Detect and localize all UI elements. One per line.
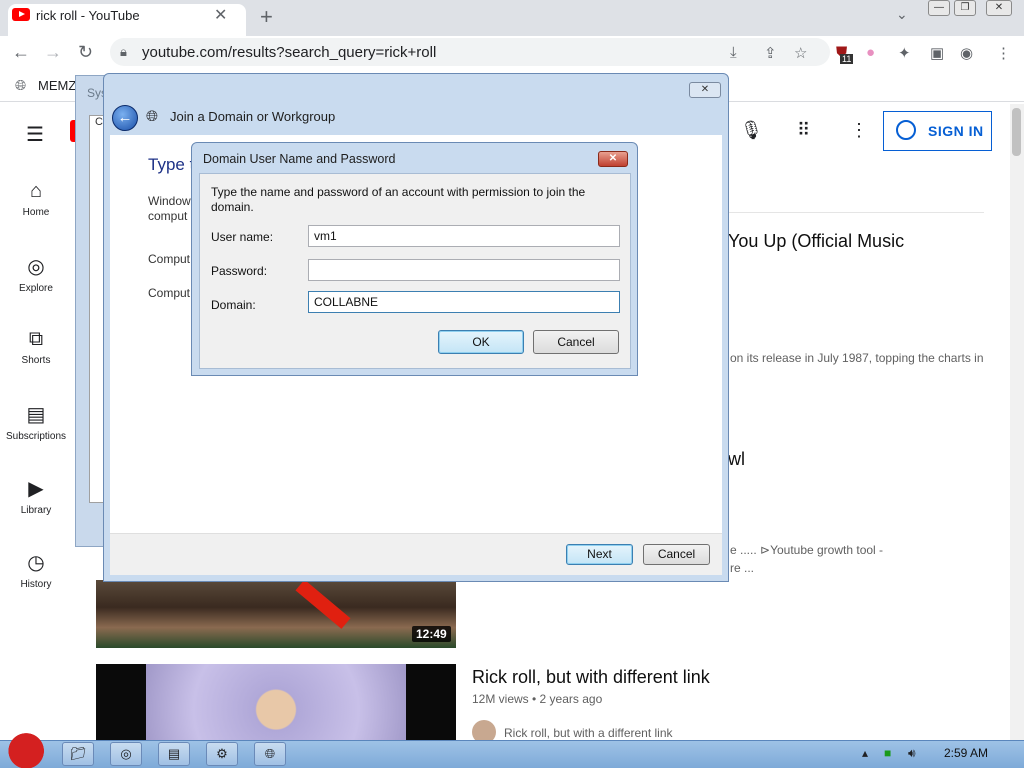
password-label: Password: [211, 264, 268, 278]
frame-fragment: C [95, 116, 103, 128]
microphone-icon[interactable]: 🎙︎ [740, 120, 763, 141]
apps-grid-icon[interactable]: ⠿ [797, 120, 810, 141]
taskbar [0, 740, 1024, 768]
sidebar-label: Shorts [21, 355, 51, 366]
tab-search-chevron-icon[interactable]: ⌄ [896, 6, 908, 23]
next-button[interactable]: Next [566, 544, 633, 565]
inner-frame [89, 115, 103, 503]
wizard-heading: Type t [148, 155, 195, 174]
sidebar-label: Library [20, 505, 52, 516]
sidebar-label: Explore [19, 283, 53, 294]
sidebar-item-history[interactable]: ◷ History [0, 550, 72, 590]
cancel-button[interactable]: Cancel [533, 330, 619, 354]
extensions-puzzle-icon[interactable]: ✦ [898, 44, 911, 62]
library-icon: ▶ [28, 478, 44, 500]
side-panel-icon[interactable]: ▣ [930, 44, 944, 62]
sidebar-item-home[interactable]: ⌂ Home [0, 180, 72, 218]
divider [728, 212, 984, 213]
extension-flag-icon[interactable]: ● [866, 44, 875, 61]
result-meta: 12M views • 2 years ago [472, 692, 603, 706]
install-app-icon[interactable]: ⤓ [730, 44, 737, 61]
username-label: User name: [211, 230, 274, 244]
window-title: Join a Domain or Workgroup [170, 109, 336, 124]
result-description: e ..... ⊳Youtube growth tool - [730, 543, 884, 557]
reload-icon[interactable]: ↻ [78, 42, 93, 63]
hamburger-menu-icon[interactable]: ☰ [26, 122, 44, 147]
domain-field[interactable] [308, 291, 620, 313]
wizard-label: Comput [148, 252, 191, 266]
domain-label: Domain: [211, 298, 256, 312]
subscriptions-icon: ▤ [26, 404, 46, 426]
scrollbar-thumb[interactable] [1012, 108, 1021, 156]
volume-icon[interactable]: 🔊︎ [908, 746, 916, 761]
start-button-bird-icon[interactable] [2, 730, 46, 768]
sidebar-label: History [20, 579, 52, 590]
wizard-text: Window [148, 194, 191, 208]
taskbar-network-icon[interactable]: 🌐︎ [254, 742, 286, 766]
extension-badge: 11 [840, 54, 854, 64]
sidebar-label: Home [22, 207, 50, 218]
channel-name[interactable]: Rick roll, but with a different link [504, 726, 673, 740]
forward-arrow-icon[interactable]: → [44, 42, 62, 63]
show-hidden-icons-icon[interactable]: ▴ [862, 746, 868, 760]
username-field[interactable] [308, 225, 620, 247]
video-duration: 12:49 [412, 626, 451, 642]
close-window-button[interactable]: ✕ [986, 0, 1012, 16]
sidebar-item-subscriptions[interactable]: ▤ Subscriptions [0, 402, 72, 442]
profile-avatar-icon[interactable]: ◉ [960, 44, 973, 62]
history-icon: ◷ [27, 552, 45, 574]
video-thumbnail-image [146, 664, 406, 740]
password-field[interactable] [308, 259, 620, 281]
tab-close-icon[interactable]: ✕ [214, 5, 227, 25]
dialog-description: Type the name and password of an account… [211, 185, 586, 214]
taskbar-notepad-icon[interactable]: ▤ [158, 742, 190, 766]
chrome-menu-icon[interactable]: ⋮ [996, 44, 1011, 62]
url-text[interactable]: youtube.com/results?search_query=rick+ro… [142, 44, 436, 61]
dialog-title: Domain User Name and Password [203, 152, 396, 166]
close-icon[interactable]: ✕ [689, 82, 721, 98]
share-icon[interactable]: ⇪ [764, 44, 777, 62]
wizard-label: Comput [148, 286, 191, 300]
sidebar-item-shorts[interactable]: ⧉ Shorts [0, 328, 72, 366]
sidebar-item-explore[interactable]: ◎ Explore [0, 254, 72, 294]
network-globe-icon: 🌐︎ [146, 108, 159, 125]
video-thumbnail[interactable] [96, 580, 456, 648]
wizard-text: comput [148, 209, 188, 223]
sidebar-label: Subscriptions [5, 431, 67, 442]
account-icon [896, 120, 916, 140]
sidebar-item-library[interactable]: ▶ Library [0, 476, 72, 516]
bookmark-memz[interactable]: MEMZ [38, 78, 76, 93]
globe-icon: 🌐︎ [15, 77, 27, 93]
back-arrow-icon[interactable]: ← [12, 42, 30, 63]
result-description: re ... [730, 561, 755, 575]
bookmark-star-icon[interactable]: ☆ [794, 44, 807, 62]
cancel-button[interactable]: Cancel [643, 544, 710, 565]
settings-kebab-icon[interactable]: ⋮ [850, 120, 868, 141]
minimize-window-button[interactable]: — [928, 0, 950, 16]
lock-icon[interactable]: 🔒︎ [120, 44, 127, 60]
back-arrow-icon[interactable]: ← [112, 105, 138, 131]
home-icon: ⌂ [29, 180, 43, 202]
result-title[interactable]: Rick roll, but with different link [472, 667, 710, 688]
restore-window-button[interactable]: ❐ [954, 0, 976, 16]
result-description: on its release in July 1987, topping the… [730, 351, 984, 365]
page-scrollbar[interactable] [1010, 104, 1024, 740]
close-icon[interactable]: ✕ [598, 151, 628, 167]
tab-title: rick roll - YouTube [36, 8, 140, 23]
taskbar-explorer-icon[interactable]: 📁︎ [62, 742, 94, 766]
new-tab-icon[interactable]: + [260, 4, 273, 30]
result-title[interactable]: You Up (Official Music [728, 231, 904, 252]
taskbar-chrome-icon[interactable]: ◎ [110, 742, 142, 766]
taskbar-settings-icon[interactable]: ⚙ [206, 742, 238, 766]
network-tray-icon[interactable]: ■ [884, 746, 891, 760]
compass-icon: ◎ [27, 256, 45, 278]
result-title[interactable]: wl [728, 449, 745, 470]
taskbar-clock[interactable]: 2:59 AM [944, 746, 988, 760]
youtube-favicon-icon [12, 8, 30, 21]
shorts-icon: ⧉ [28, 328, 44, 350]
ok-button[interactable]: OK [438, 330, 524, 354]
